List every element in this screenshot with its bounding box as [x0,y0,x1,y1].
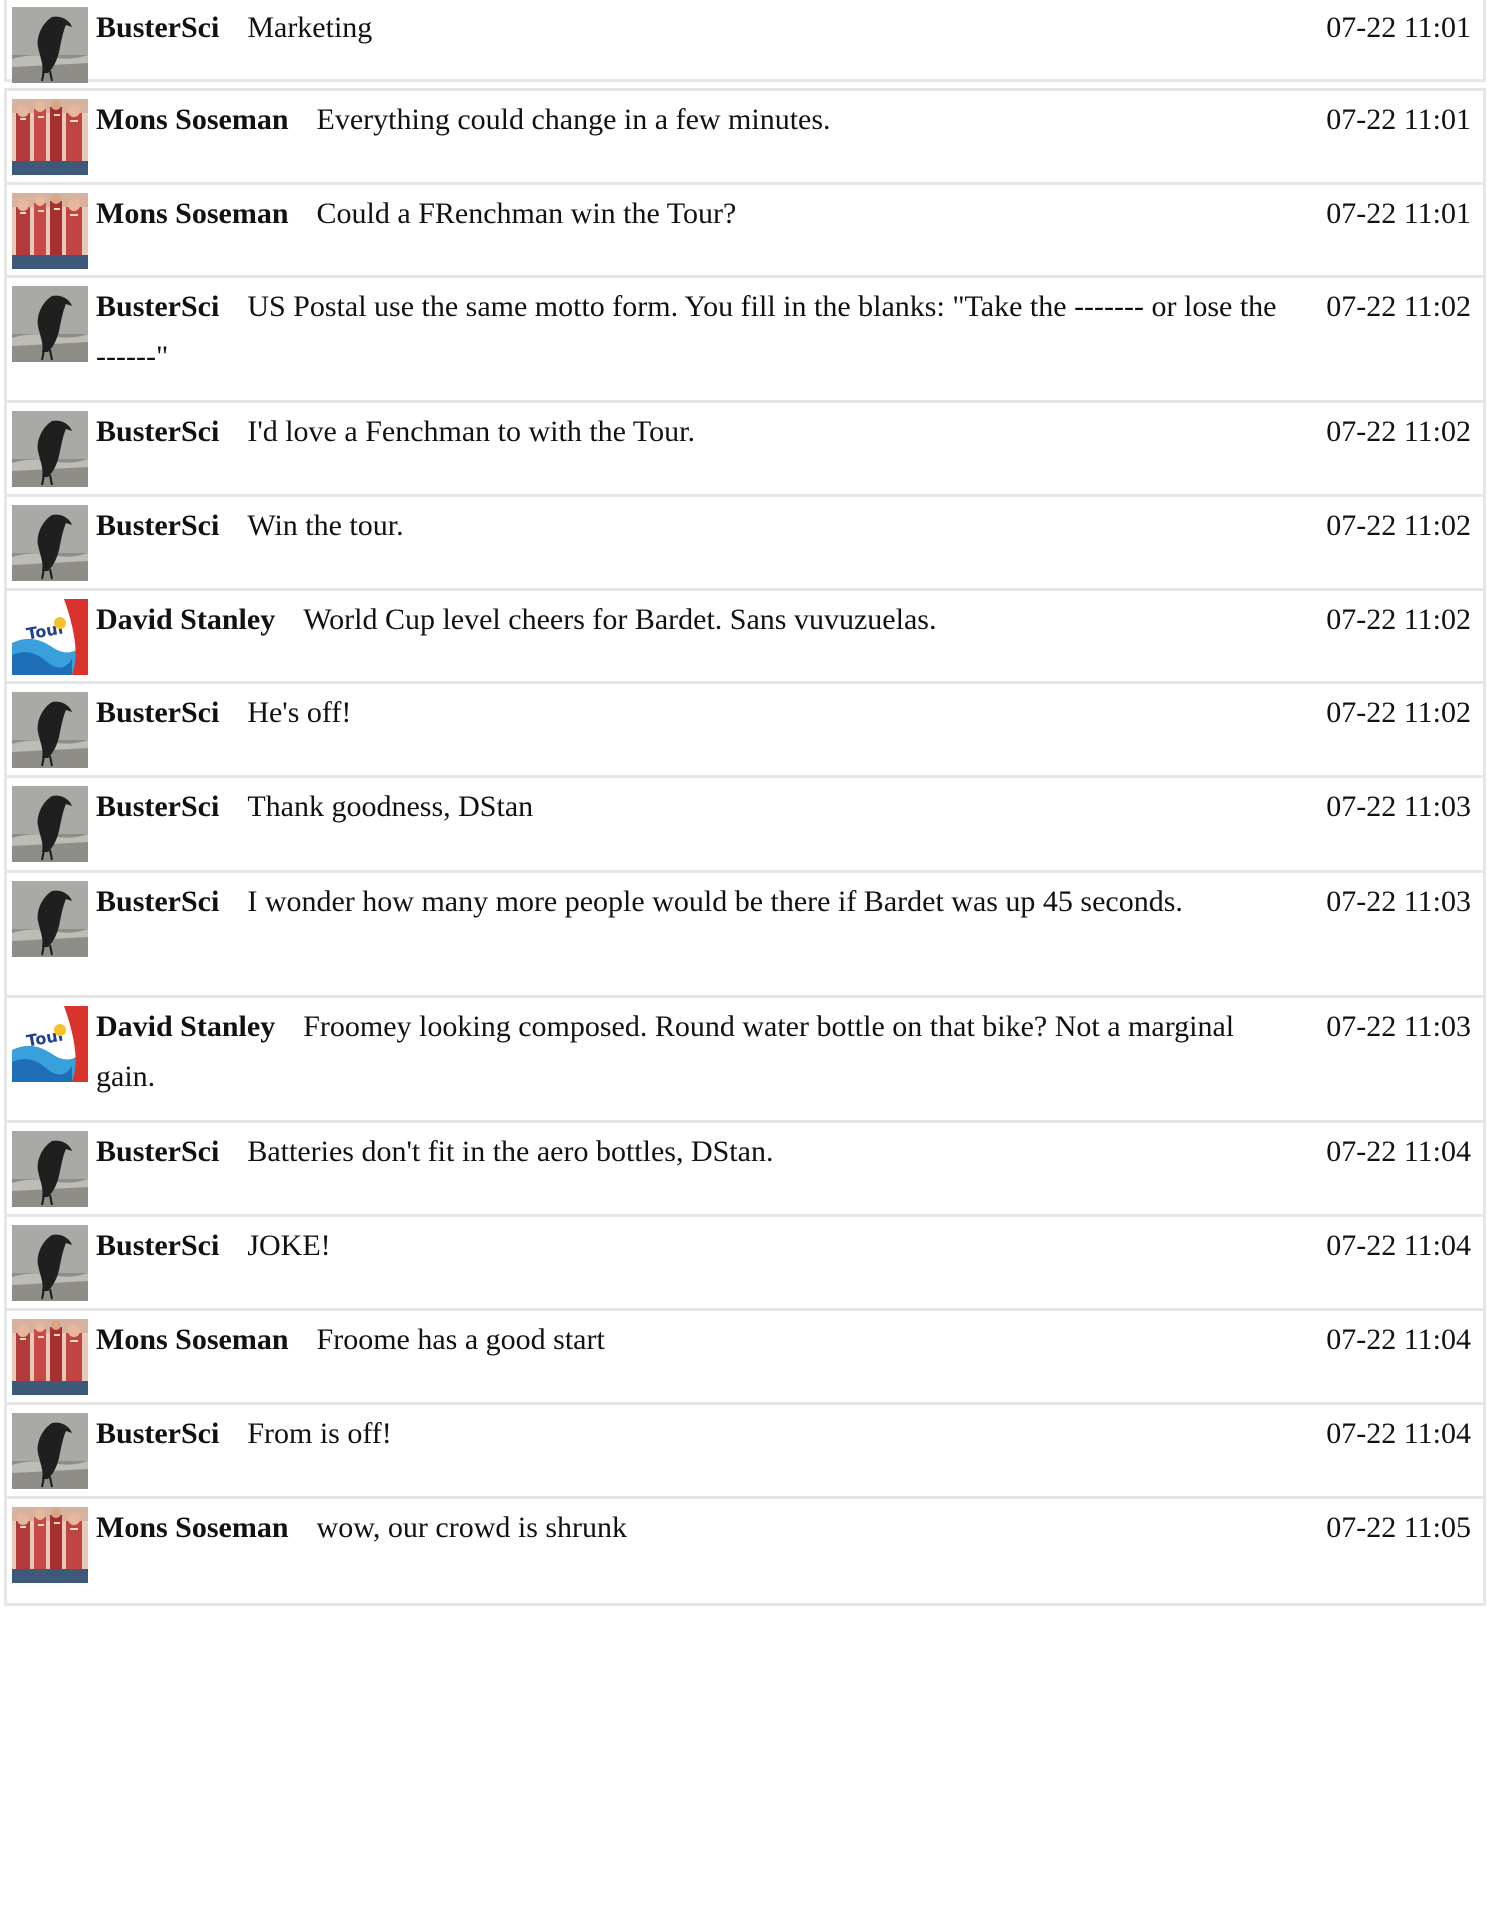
message-text: US Postal use the same motto form. You f… [96,290,1277,373]
message-timestamp: 07-22 11:04 [1326,1323,1471,1356]
message-author[interactable]: Mons Soseman [96,103,289,136]
message-text: JOKE! [247,1229,331,1262]
message-author[interactable]: Mons Soseman [96,1511,289,1544]
message-timestamp: 07-22 11:01 [1326,11,1471,44]
message-text: I wonder how many more people would be t… [247,885,1183,918]
message-timestamp: 07-22 11:01 [1326,197,1471,230]
message-timestamp: 07-22 11:02 [1326,509,1471,542]
crow-avatar[interactable] [12,1225,88,1301]
chat-message: Mons Soseman wow, our crowd is shrunk 07-2… [4,1496,1486,1606]
message-timestamp: 07-22 11:02 [1326,290,1471,323]
crow-avatar[interactable] [12,286,88,362]
message-author[interactable]: BusterSci [96,696,219,729]
message-timestamp: 07-22 11:03 [1326,1010,1471,1043]
message-timestamp: 07-22 11:05 [1326,1511,1471,1544]
message-body: BusterSci Win the tour. [7,497,1483,581]
crow-avatar[interactable] [12,881,88,957]
message-author[interactable]: BusterSci [96,509,219,542]
message-author[interactable]: BusterSci [96,1417,219,1450]
message-text: Thank goodness, DStan [247,790,534,823]
message-text: Froome has a good start [316,1323,605,1356]
message-author[interactable]: BusterSci [96,1135,219,1168]
message-body: Tour David Stanley World Cup level cheers … [7,591,1483,675]
message-author[interactable]: BusterSci [96,885,219,918]
crow-avatar[interactable] [12,786,88,862]
message-body: Mons Soseman Everything could change in a… [7,91,1483,175]
message-body: BusterSci From is off! [7,1405,1483,1489]
message-author[interactable]: BusterSci [96,11,219,44]
message-timestamp: 07-22 11:03 [1326,885,1471,918]
message-author[interactable]: David Stanley [96,1010,275,1043]
message-author[interactable]: Mons Soseman [96,197,289,230]
chat-message: BusterSci US Postal use the same motto fo… [4,275,1486,412]
message-author[interactable]: Mons Soseman [96,1323,289,1356]
message-author[interactable]: BusterSci [96,415,219,448]
crow-avatar[interactable] [12,692,88,768]
message-body: BusterSci Marketing [7,0,1483,83]
crow-avatar[interactable] [12,505,88,581]
message-timestamp: 07-22 11:04 [1326,1135,1471,1168]
message-text: Everything could change in a few minutes… [316,103,831,136]
message-text: From is off! [247,1417,392,1450]
message-timestamp: 07-22 11:02 [1326,415,1471,448]
crowd-avatar[interactable] [12,1319,88,1395]
tour-de-france-avatar[interactable]: Tour [12,599,88,675]
message-text: Batteries don't fit in the aero bottles,… [247,1135,774,1168]
message-body: Tour David Stanley Froomey looking compose… [7,998,1483,1108]
message-body: BusterSci He's off! [7,684,1483,768]
message-text: World Cup level cheers for Bardet. Sans … [303,603,937,636]
crow-avatar[interactable] [12,411,88,487]
message-author[interactable]: BusterSci [96,290,219,323]
chat-message: BusterSci I wonder how many more people w… [4,870,1486,1007]
crow-avatar[interactable] [12,1413,88,1489]
message-text: I'd love a Fenchman to with the Tour. [247,415,695,448]
message-body: Mons Soseman wow, our crowd is shrunk [7,1499,1483,1583]
message-text: He's off! [247,696,352,729]
message-body: BusterSci JOKE! [7,1217,1483,1301]
message-timestamp: 07-22 11:01 [1326,103,1471,136]
message-body: BusterSci US Postal use the same motto fo… [7,278,1483,388]
message-body: Mons Soseman Could a FRenchman win the To… [7,185,1483,269]
chat-message: BusterSci Marketing 07-22 11:01 [4,0,1486,83]
crowd-avatar[interactable] [12,99,88,175]
message-timestamp: 07-22 11:03 [1326,790,1471,823]
message-body: Mons Soseman Froome has a good start [7,1311,1483,1395]
crowd-avatar[interactable] [12,1507,88,1583]
message-body: BusterSci Thank goodness, DStan [7,778,1483,862]
message-body: BusterSci Batteries don't fit in the aero… [7,1123,1483,1207]
crowd-avatar[interactable] [12,193,88,269]
crow-avatar[interactable] [12,1131,88,1207]
message-timestamp: 07-22 11:04 [1326,1417,1471,1450]
message-author[interactable]: David Stanley [96,603,275,636]
message-body: BusterSci I'd love a Fenchman to with the… [7,403,1483,487]
message-timestamp: 07-22 11:04 [1326,1229,1471,1262]
message-timestamp: 07-22 11:02 [1326,696,1471,729]
message-timestamp: 07-22 11:02 [1326,603,1471,636]
tour-de-france-avatar[interactable]: Tour [12,1006,88,1082]
message-text: Win the tour. [247,509,404,542]
chat-message: Tour David Stanley Froomey looking compose… [4,995,1486,1132]
message-text: wow, our crowd is shrunk [316,1511,628,1544]
message-text: Could a FRenchman win the Tour? [316,197,737,230]
message-body: BusterSci I wonder how many more people w… [7,873,1483,957]
crow-avatar[interactable] [12,7,88,83]
message-author[interactable]: BusterSci [96,1229,219,1262]
message-text: Marketing [247,11,373,44]
message-author[interactable]: BusterSci [96,790,219,823]
